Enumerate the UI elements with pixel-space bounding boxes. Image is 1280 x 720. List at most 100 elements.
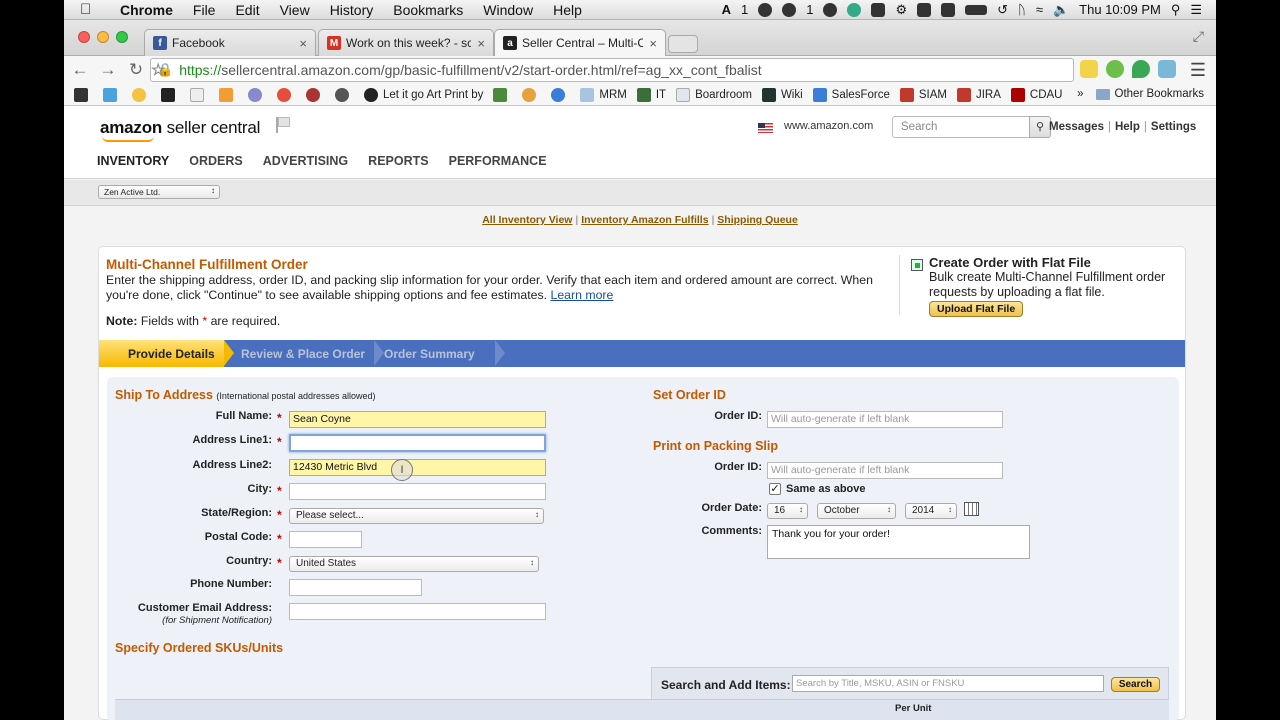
help-link[interactable]: Help (1115, 121, 1140, 133)
menu-history[interactable]: History (330, 2, 374, 18)
customer-email-field[interactable] (289, 603, 546, 620)
menu-app-name[interactable]: Chrome (120, 2, 173, 18)
order-year-select[interactable]: 2014 ↕ (905, 503, 957, 519)
messages-link[interactable]: Messages (1049, 121, 1104, 133)
upload-flat-file-button[interactable]: Upload Flat File (929, 301, 1024, 317)
tab-seller-central[interactable]: a Seller Central – Multi-Char × (494, 29, 666, 56)
nav-orders[interactable]: ORDERS (189, 154, 242, 168)
menu-edit[interactable]: Edit (235, 2, 259, 18)
order-id-field[interactable]: Will auto-generate if left blank (767, 411, 1003, 428)
extension-ghost-icon[interactable] (1158, 60, 1176, 78)
bookmark-icon-9[interactable] (306, 87, 325, 102)
nav-inventory[interactable]: INVENTORY (97, 154, 169, 168)
menu-file[interactable]: File (193, 2, 216, 18)
battery-icon[interactable] (965, 4, 988, 15)
menu-window[interactable]: Window (483, 2, 533, 18)
merchant-select[interactable]: Zen Active Ltd. ↕ (98, 185, 220, 199)
seller-central-logo[interactable]: amazon seller central (100, 118, 260, 142)
bookmark-icon-11[interactable] (493, 87, 512, 102)
bookmark-jira[interactable]: JIRA (956, 87, 1001, 102)
address-bar[interactable]: 🔒 https:// sellercentral.amazon.com/gp/b… (150, 58, 1074, 82)
bookmark-icon-6[interactable] (219, 87, 238, 102)
chrome-menu-icon[interactable]: ☰ (1190, 60, 1206, 81)
tab-facebook[interactable]: f Facebook × (144, 29, 316, 56)
marketplace-switcher[interactable]: www.amazon.com (784, 120, 873, 132)
spotlight-search-icon[interactable]: ⚲ (1171, 2, 1181, 18)
bookmark-mrm[interactable]: MRM (580, 87, 627, 102)
all-inventory-view-link[interactable]: All Inventory View (482, 214, 572, 226)
clock[interactable]: Thu 10:09 PM (1079, 2, 1161, 17)
bookmark-icon-12[interactable] (522, 87, 541, 102)
airplay-icon[interactable] (941, 2, 956, 17)
inventory-amazon-fulfills-link[interactable]: Inventory Amazon Fulfills (581, 214, 708, 226)
bookmarks-overflow-button[interactable]: » (1077, 88, 1083, 100)
bookmark-art-print[interactable]: Let it go Art Print by (364, 87, 483, 102)
bookmark-it[interactable]: IT (636, 87, 666, 102)
settings-link[interactable]: Settings (1151, 121, 1196, 133)
nav-performance[interactable]: PERFORMANCE (449, 154, 547, 168)
wifi-icon[interactable]: ≈ (1036, 2, 1043, 17)
menu-help[interactable]: Help (553, 2, 582, 18)
nav-reports[interactable]: REPORTS (368, 154, 428, 168)
zoom-window-button[interactable] (116, 31, 128, 43)
shipping-queue-link[interactable]: Shipping Queue (717, 214, 798, 226)
back-icon[interactable]: ← (68, 60, 92, 80)
bookmark-icon-2[interactable] (103, 87, 122, 102)
menu-bookmarks[interactable]: Bookmarks (393, 2, 463, 18)
bookmark-icon-13[interactable] (551, 87, 570, 102)
same-as-above-label[interactable]: Same as above (786, 483, 866, 495)
nav-advertising[interactable]: ADVERTISING (263, 154, 348, 168)
notifications-icon[interactable]: ☰ (1190, 2, 1202, 18)
close-tab-icon[interactable]: × (299, 36, 307, 51)
clipboard-icon[interactable] (917, 2, 932, 17)
bookmark-icon-3[interactable] (132, 87, 151, 102)
bookmark-cdau[interactable]: CDAU (1010, 87, 1062, 102)
fullscreen-icon[interactable]: ⤢ (1193, 28, 1204, 45)
comments-textarea[interactable]: Thank you for your order! (767, 525, 1030, 559)
calendar-icon[interactable] (964, 502, 979, 516)
address-line1-field[interactable] (289, 434, 546, 452)
forward-icon[interactable]: → (96, 60, 120, 80)
record-icon[interactable] (758, 2, 773, 17)
extension-refresh-icon[interactable] (1106, 60, 1124, 78)
bookmark-icon-1[interactable] (74, 87, 93, 102)
bookmark-wiki[interactable]: Wiki (761, 87, 803, 102)
search-items-button[interactable]: Search (1111, 677, 1160, 692)
volume-icon[interactable]: 🔈 (1053, 2, 1069, 18)
order-month-select[interactable]: October ↕ (817, 503, 896, 519)
full-name-field[interactable]: Sean Coyne (289, 411, 546, 428)
search-items-input[interactable]: Search by Title, MSKU, ASIN or FNSKU (792, 675, 1104, 692)
address-line2-field[interactable]: 12430 Metric Blvd (289, 459, 546, 476)
bookmark-icon-8[interactable] (277, 87, 296, 102)
city-field[interactable] (289, 483, 546, 500)
learn-more-link[interactable]: Learn more (550, 288, 613, 302)
bookmark-icon-5[interactable] (190, 87, 209, 102)
search-icon[interactable]: ⚲ (1029, 116, 1051, 138)
bookmark-star-icon[interactable]: ☆ (151, 60, 165, 80)
screen-icon[interactable] (871, 2, 886, 17)
menu-view[interactable]: View (280, 2, 310, 18)
close-tab-icon[interactable]: × (649, 36, 657, 51)
bookmark-siam[interactable]: SIAM (899, 87, 947, 102)
phone-number-field[interactable] (289, 579, 422, 596)
country-select[interactable]: United States ↕ (289, 556, 539, 572)
gear-icon[interactable]: ⚙ (895, 2, 907, 18)
bookmark-salesforce[interactable]: SalesForce (812, 87, 890, 102)
extension-notes-icon[interactable] (1080, 60, 1098, 78)
adobe-icon[interactable]: A (722, 2, 731, 17)
bookmark-icon-10[interactable] (335, 87, 354, 102)
minimize-window-button[interactable] (97, 31, 109, 43)
bookmark-icon-7[interactable] (248, 87, 267, 102)
feedback-flag-icon[interactable] (276, 117, 290, 133)
bluetooth-icon[interactable]: ᚢ (1018, 2, 1026, 17)
header-search-input[interactable]: Search (892, 116, 1030, 138)
tab-gmail[interactable]: M Work on this week? - scoy × (318, 29, 494, 56)
bookmark-boardroom[interactable]: Boardroom (676, 87, 752, 102)
time-machine-icon[interactable]: ↺ (997, 2, 1008, 18)
postal-code-field[interactable] (289, 531, 362, 548)
bookmark-icon-4[interactable] (161, 87, 180, 102)
order-day-select[interactable]: 16 ↕ (767, 503, 808, 519)
close-window-button[interactable] (78, 31, 90, 43)
evernote-icon[interactable] (823, 2, 838, 17)
sync-icon[interactable] (847, 2, 862, 17)
